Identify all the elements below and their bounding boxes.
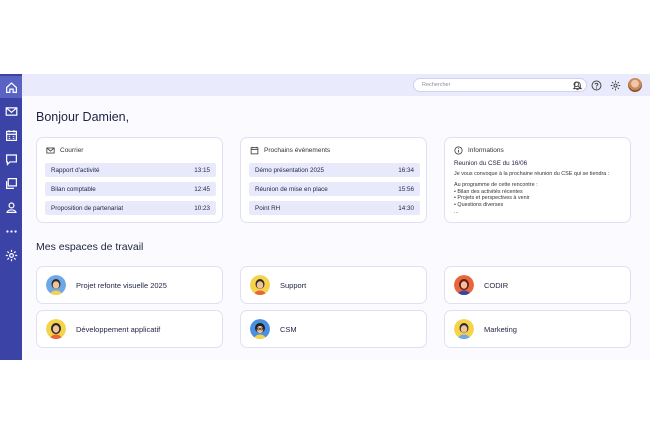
- workspace-card[interactable]: CODIR: [444, 266, 631, 304]
- event-title: Démo présentation 2025: [255, 166, 324, 174]
- gear-icon: [610, 80, 620, 90]
- page-greeting: Bonjour Damien,: [36, 110, 130, 124]
- help-button[interactable]: [590, 79, 602, 91]
- event-title: Point RH: [255, 204, 281, 212]
- calendar-icon: [250, 146, 259, 155]
- sidebar-item-calendar[interactable]: [0, 124, 22, 146]
- sidebar-item-more[interactable]: [0, 220, 22, 242]
- chat-icon: [5, 153, 17, 166]
- mail-subject: Bilan comptable: [51, 185, 96, 193]
- mail-icon: [46, 147, 55, 154]
- mail-card: Courrier Rapport d'activité 13:15 Bilan c…: [36, 137, 223, 223]
- mail-row[interactable]: Bilan comptable 12:45: [45, 182, 216, 196]
- sidebar-item-settings[interactable]: [0, 244, 22, 266]
- info-line: • Bilan des activités récentes: [454, 188, 523, 195]
- events-card-title: Prochains événements: [264, 147, 331, 154]
- calendar-icon: [5, 129, 17, 141]
- event-title: Réunion de mise en place: [255, 185, 328, 193]
- settings-button[interactable]: [609, 79, 621, 91]
- event-time: 15:56: [398, 185, 414, 193]
- mail-row[interactable]: Proposition de partenariat 10:23: [45, 201, 216, 215]
- top-bar: Rechercher: [22, 74, 650, 96]
- workspace-label: CSM: [280, 325, 297, 334]
- workspace-label: Développement applicatif: [76, 325, 161, 334]
- help-icon: [591, 80, 601, 90]
- workspace-label: CODIR: [484, 281, 509, 290]
- workspace-avatar: [250, 319, 270, 339]
- mail-time: 12:45: [194, 185, 210, 193]
- user-icon: [5, 201, 17, 213]
- events-card-header: Prochains événements: [250, 146, 330, 155]
- event-row[interactable]: Démo présentation 2025 16:34: [249, 163, 420, 177]
- info-card-header: Informations: [454, 146, 504, 155]
- sidebar-item-mail[interactable]: [0, 100, 22, 122]
- notifications-button[interactable]: [571, 79, 583, 91]
- mail-card-header: Courrier: [46, 146, 83, 155]
- mail-time: 10:23: [194, 204, 210, 212]
- home-icon: [5, 81, 17, 93]
- workspace-card[interactable]: Marketing: [444, 310, 631, 348]
- workspace-label: Projet refonte visuelle 2025: [76, 281, 167, 290]
- sidebar-item-chat[interactable]: [0, 148, 22, 170]
- event-row[interactable]: Point RH 14:30: [249, 201, 420, 215]
- settings-icon: [5, 249, 17, 261]
- workspace-card[interactable]: CSM: [240, 310, 427, 348]
- info-body: Reunion du CSE du 16/06 Je vous convoque…: [454, 160, 624, 215]
- workspace-card[interactable]: Projet refonte visuelle 2025: [36, 266, 223, 304]
- sidebar-item-files[interactable]: [0, 172, 22, 194]
- mail-card-title: Courrier: [60, 147, 84, 154]
- mail-time: 13:15: [194, 166, 210, 174]
- workspace-avatar: [454, 319, 474, 339]
- user-avatar[interactable]: [628, 78, 642, 92]
- mail-subject: Proposition de partenariat: [51, 204, 124, 212]
- info-icon: [454, 146, 463, 155]
- info-line: • Projets et perspectives à venir: [454, 195, 530, 202]
- workspace-avatar: [46, 319, 66, 339]
- event-time: 14:30: [398, 204, 414, 212]
- event-time: 16:34: [398, 166, 414, 174]
- mail-icon: [5, 106, 17, 116]
- info-subject: Reunion du CSE du 16/06: [454, 160, 528, 167]
- bell-icon: [572, 81, 582, 90]
- info-line: ...: [454, 208, 459, 215]
- mail-subject: Rapport d'activité: [51, 166, 100, 174]
- info-line: • Questions diverses: [454, 201, 504, 208]
- info-line: Je vous convoque à la prochaine réunion …: [454, 170, 610, 177]
- info-card-title: Informations: [468, 147, 504, 154]
- workspace-card[interactable]: Développement applicatif: [36, 310, 223, 348]
- search-placeholder: Rechercher: [422, 82, 451, 88]
- app-shell: Rechercher Bonjour Damien, Courrier Rapp…: [0, 74, 650, 360]
- workspace-card[interactable]: Support: [240, 266, 427, 304]
- sidebar-item-home[interactable]: [0, 76, 22, 98]
- workspace-label: Marketing: [484, 325, 517, 334]
- sidebar-item-users[interactable]: [0, 196, 22, 218]
- workspace-label: Support: [280, 281, 307, 290]
- sidebar: [0, 74, 22, 360]
- events-card: Prochains événements Démo présentation 2…: [240, 137, 427, 223]
- mail-row[interactable]: Rapport d'activité 13:15: [45, 163, 216, 177]
- info-line: Au programme de cette rencontre :: [454, 182, 538, 189]
- workspaces-title: Mes espaces de travail: [36, 241, 144, 253]
- workspace-avatar: [46, 275, 66, 295]
- info-card: Informations Reunion du CSE du 16/06 Je …: [444, 137, 631, 223]
- event-row[interactable]: Réunion de mise en place 15:56: [249, 182, 420, 196]
- more-icon: [5, 229, 17, 233]
- search-input[interactable]: Rechercher: [413, 78, 587, 92]
- workspace-avatar: [250, 275, 270, 295]
- workspace-avatar: [454, 275, 474, 295]
- folders-icon: [5, 177, 17, 189]
